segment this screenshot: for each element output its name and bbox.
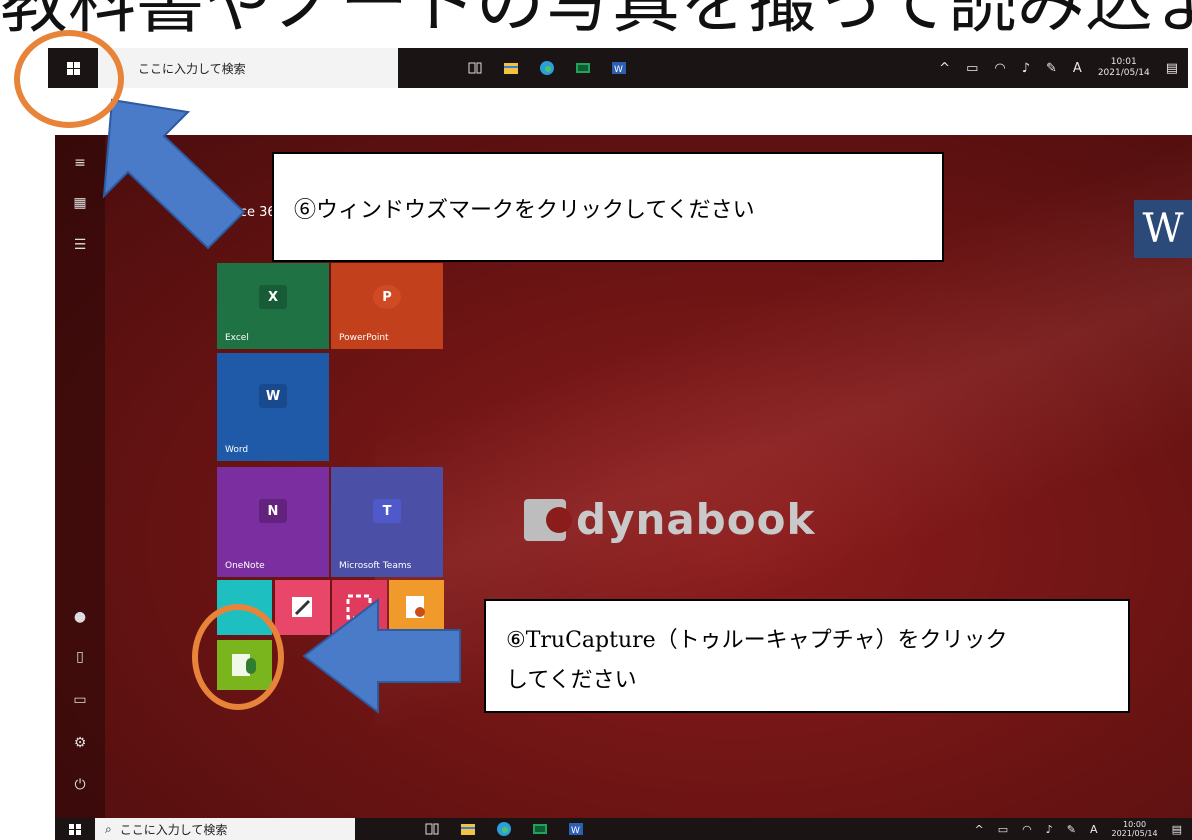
callout-trucapture: ⑥TruCapture（トゥルーキャプチャ）をクリック してください xyxy=(484,599,1130,713)
callout-windows-mark: ⑥ウィンドウズマークをクリックしてください xyxy=(272,152,944,262)
highlight-circle-trucapture xyxy=(192,604,284,710)
highlight-circle-start xyxy=(14,30,124,128)
arrow-to-trucapture xyxy=(302,597,461,715)
annotation-overlay xyxy=(102,98,461,715)
arrow-to-start-button xyxy=(102,98,246,250)
